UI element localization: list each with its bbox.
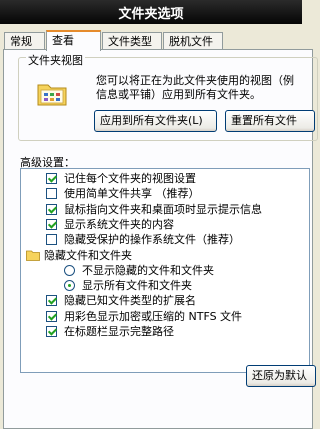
radio-button[interactable] bbox=[64, 264, 75, 276]
advanced-setting-label: 显示所有文件和文件夹 bbox=[82, 279, 192, 293]
tab-general[interactable]: 常规 bbox=[4, 32, 45, 49]
checkbox[interactable] bbox=[46, 234, 57, 246]
advanced-setting-label: 不显示隐藏的文件和文件夹 bbox=[82, 263, 214, 277]
tab-strip: 常规 查看 文件类型 脱机文件 bbox=[0, 30, 302, 51]
folder-views-description: 您可以将正在为此文件夹使用的视图（例 信息或平铺）应用到所有文件夹。 bbox=[96, 74, 306, 102]
title-bar: 文件夹选项 bbox=[0, 0, 302, 24]
advanced-setting-label: 隐藏受保护的操作系统文件（推荐） bbox=[64, 233, 240, 247]
restore-defaults-button[interactable]: 还原为默认 bbox=[246, 365, 316, 387]
folder-views-icon bbox=[37, 84, 67, 106]
folder-icon bbox=[26, 250, 40, 261]
checkbox[interactable] bbox=[46, 203, 57, 215]
advanced-setting-label: 用彩色显示加密或压缩的 NTFS 文件 bbox=[64, 309, 243, 323]
reset-all-folders-button[interactable]: 重置所有文件 bbox=[225, 110, 315, 132]
advanced-setting-label: 鼠标指向文件夹和桌面项时显示提示信息 bbox=[64, 202, 262, 216]
advanced-settings-list[interactable]: 记住每个文件夹的视图设置 使用简单文件共享 （推荐） 鼠标指向文件夹和桌面项时显示提… bbox=[20, 168, 310, 373]
advanced-setting-label: 隐藏文件和文件夹 bbox=[44, 248, 132, 262]
description-line-2: 信息或平铺）应用到所有文件夹。 bbox=[96, 88, 261, 101]
advanced-setting-label: 在标题栏显示完整路径 bbox=[64, 325, 174, 338]
tab-view[interactable]: 查看 bbox=[46, 30, 101, 51]
description-line-1: 您可以将正在为此文件夹使用的视图（例 bbox=[96, 74, 294, 87]
advanced-setting-label: 使用简单文件共享 （推荐） bbox=[64, 187, 200, 201]
window-title: 文件夹选项 bbox=[118, 6, 184, 22]
checkbox[interactable] bbox=[46, 173, 57, 184]
tab-file-types[interactable]: 文件类型 bbox=[102, 32, 162, 49]
checkbox[interactable] bbox=[46, 188, 57, 200]
advanced-setting-label: 记住每个文件夹的视图设置 bbox=[64, 172, 196, 185]
checkbox[interactable] bbox=[46, 218, 57, 230]
advanced-setting-label: 显示系统文件夹的内容 bbox=[64, 217, 174, 231]
advanced-setting-label: 隐藏已知文件类型的扩展名 bbox=[64, 294, 196, 308]
tab-offline-files[interactable]: 脱机文件 bbox=[163, 32, 223, 49]
checkbox[interactable] bbox=[46, 295, 57, 307]
checkbox[interactable] bbox=[46, 310, 57, 322]
radio-button[interactable] bbox=[64, 280, 75, 292]
checkbox[interactable] bbox=[46, 326, 57, 337]
folder-views-label: 文件夹视图 bbox=[26, 52, 85, 68]
apply-to-all-folders-button[interactable]: 应用到所有文件夹(L) bbox=[94, 110, 217, 132]
